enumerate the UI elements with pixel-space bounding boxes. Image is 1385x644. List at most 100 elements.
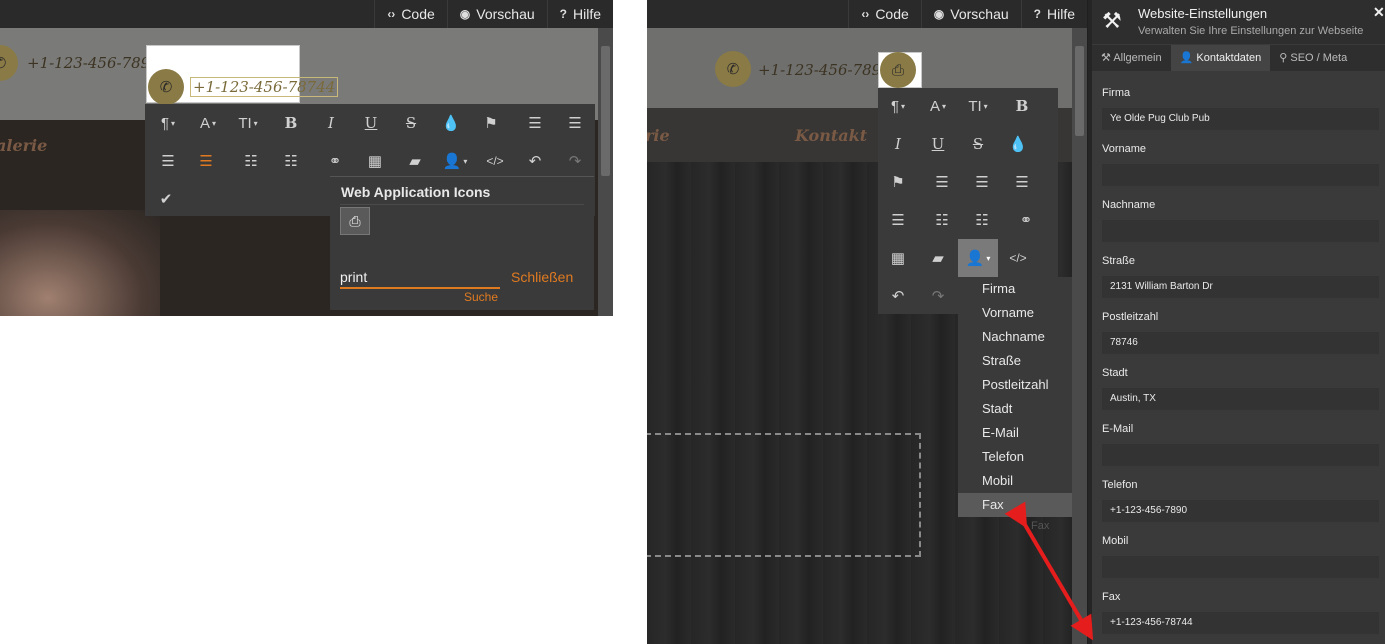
close-icon[interactable]: ✕ — [1373, 4, 1385, 21]
font-icon[interactable]: A ▾ — [190, 108, 226, 138]
align-left-icon[interactable]: ☰ — [517, 108, 553, 138]
undo-icon[interactable]: ↶ — [880, 281, 916, 311]
print-icon[interactable]: ⎙ — [340, 207, 370, 235]
code-icon[interactable]: </> — [477, 146, 513, 176]
underline-icon[interactable]: U — [353, 108, 389, 138]
bullet-list-icon[interactable]: ☷ — [924, 205, 960, 235]
label-nachname: Nachname — [1102, 199, 1156, 211]
settings-header: ⚒ Website-Einstellungen Verwalten Sie Ih… — [1092, 0, 1385, 44]
phone-icon: ✆ — [0, 45, 18, 81]
scroll-thumb[interactable] — [1075, 46, 1084, 136]
code-button[interactable]: ‹› Code — [374, 0, 446, 28]
tab-allgemein[interactable]: ⚒ Allgemein — [1092, 45, 1171, 71]
email-field[interactable] — [1102, 444, 1379, 466]
check-icon[interactable]: ✔ — [148, 184, 184, 214]
settings-sidebar: ⚒ Website-Einstellungen Verwalten Sie Ih… — [1088, 0, 1385, 644]
label-vorname: Vorname — [1102, 143, 1147, 155]
tab-kontaktdaten[interactable]: 👤 Kontaktdaten — [1170, 45, 1271, 71]
link-icon[interactable]: ⚭ — [1008, 205, 1044, 235]
preview-button[interactable]: ◉ Vorschau — [920, 0, 1021, 28]
search-label: Suche — [464, 290, 499, 304]
paragraph-icon[interactable]: ¶ ▾ — [150, 108, 186, 138]
table-icon[interactable]: ▦ — [880, 243, 916, 273]
nachname-field[interactable] — [1102, 220, 1379, 242]
fax-field[interactable]: +1-123-456-78744 — [1102, 612, 1379, 634]
menu-item-email[interactable]: E-Mail — [958, 421, 1072, 445]
undo-icon[interactable]: ↶ — [517, 146, 553, 176]
preview-button[interactable]: ◉ Vorschau — [446, 0, 547, 28]
menu-item-telefon[interactable]: Telefon — [958, 445, 1072, 469]
align-justify-icon[interactable]: ☰ — [188, 146, 224, 176]
link-icon[interactable]: ⚭ — [317, 146, 353, 176]
stadt-field[interactable]: Austin, TX — [1102, 388, 1379, 410]
redo-icon[interactable]: ↷ — [920, 281, 956, 311]
eye-icon: ◉ — [933, 7, 945, 21]
bold-icon[interactable]: B — [1004, 91, 1040, 121]
numbered-list-icon[interactable]: ☷ — [273, 146, 309, 176]
align-justify-icon[interactable]: ☰ — [880, 205, 916, 235]
strikethrough-icon[interactable]: S — [393, 108, 429, 138]
strasse-field[interactable]: 2131 William Barton Dr — [1102, 276, 1379, 298]
fax-number-editing[interactable]: +1-123-456-78744 — [190, 77, 339, 97]
hero-photo-detail — [0, 210, 160, 316]
vorname-field[interactable] — [1102, 164, 1379, 186]
postleitzahl-field[interactable]: 78746 — [1102, 332, 1379, 354]
telefon-field[interactable]: +1-123-456-7890 — [1102, 500, 1379, 522]
code-icon[interactable]: </> — [1000, 243, 1036, 273]
mobil-field[interactable] — [1102, 556, 1379, 578]
nav-gallery[interactable]: alerie — [0, 136, 47, 155]
scroll-thumb[interactable] — [601, 46, 610, 176]
nav-gallery[interactable]: rie — [647, 126, 670, 145]
italic-icon[interactable]: I — [313, 108, 349, 138]
nav-contact[interactable]: Kontakt — [795, 126, 867, 145]
bold-icon[interactable]: B — [273, 108, 309, 138]
menu-item-firma[interactable]: Firma — [958, 277, 1072, 301]
phone-number: +1-123-456-7890 — [758, 61, 891, 79]
settings-title: Website-Einstellungen — [1138, 6, 1268, 21]
close-link[interactable]: Schließen — [511, 269, 573, 285]
eraser-icon[interactable]: ▰ — [397, 146, 433, 176]
firma-field[interactable]: Ye Olde Pug Club Pub — [1102, 108, 1379, 130]
menu-item-fax[interactable]: Fax — [958, 493, 1072, 517]
font-size-icon[interactable]: TI ▾ — [230, 108, 266, 138]
user-icon[interactable]: 👤 ▾ — [958, 239, 998, 277]
label-strasse: Straße — [1102, 255, 1136, 267]
code-icon: ‹› — [387, 7, 396, 21]
align-center-icon[interactable]: ☰ — [557, 108, 593, 138]
help-button[interactable]: ? Hilfe — [1020, 0, 1087, 28]
numbered-list-icon[interactable]: ☷ — [964, 205, 1000, 235]
font-size-icon[interactable]: TI ▾ — [960, 91, 996, 121]
menu-item-nachname[interactable]: Nachname — [958, 325, 1072, 349]
strikethrough-icon[interactable]: S — [960, 129, 996, 159]
menu-item-stadt[interactable]: Stadt — [958, 397, 1072, 421]
flag-icon[interactable]: ⚑ — [880, 167, 916, 197]
settings-tabs: ⚒ Allgemein 👤 Kontaktdaten ⚲ SEO / Meta — [1092, 45, 1385, 71]
top-bar: ‹› Code ◉ Vorschau ? Hilfe — [0, 0, 613, 28]
color-drop-icon[interactable]: 💧 — [1000, 129, 1036, 159]
table-icon[interactable]: ▦ — [357, 146, 393, 176]
contact-field-menu: Firma Vorname Nachname Straße Postleitza… — [958, 277, 1072, 517]
paragraph-icon[interactable]: ¶ ▾ — [880, 91, 916, 121]
bullet-list-icon[interactable]: ☷ — [233, 146, 269, 176]
icon-search-input[interactable] — [340, 267, 500, 289]
divider — [340, 204, 584, 205]
align-left-icon[interactable]: ☰ — [924, 167, 960, 197]
menu-item-strasse[interactable]: Straße — [958, 349, 1072, 373]
color-drop-icon[interactable]: 💧 — [433, 108, 469, 138]
eraser-icon[interactable]: ▰ — [920, 243, 956, 273]
font-icon[interactable]: A ▾ — [920, 91, 956, 121]
code-button[interactable]: ‹› Code — [848, 0, 920, 28]
redo-icon[interactable]: ↷ — [557, 146, 593, 176]
user-icon[interactable]: 👤 ▾ — [437, 146, 473, 176]
help-button[interactable]: ? Hilfe — [546, 0, 613, 28]
menu-item-postleitzahl[interactable]: Postleitzahl — [958, 373, 1072, 397]
align-right-icon[interactable]: ☰ — [150, 146, 186, 176]
flag-icon[interactable]: ⚑ — [473, 108, 509, 138]
menu-item-mobil[interactable]: Mobil — [958, 469, 1072, 493]
menu-item-vorname[interactable]: Vorname — [958, 301, 1072, 325]
italic-icon[interactable]: I — [880, 129, 916, 159]
align-center-icon[interactable]: ☰ — [964, 167, 1000, 197]
underline-icon[interactable]: U — [920, 129, 956, 159]
tab-seo-meta[interactable]: ⚲ SEO / Meta — [1270, 45, 1356, 71]
align-right-icon[interactable]: ☰ — [1004, 167, 1040, 197]
